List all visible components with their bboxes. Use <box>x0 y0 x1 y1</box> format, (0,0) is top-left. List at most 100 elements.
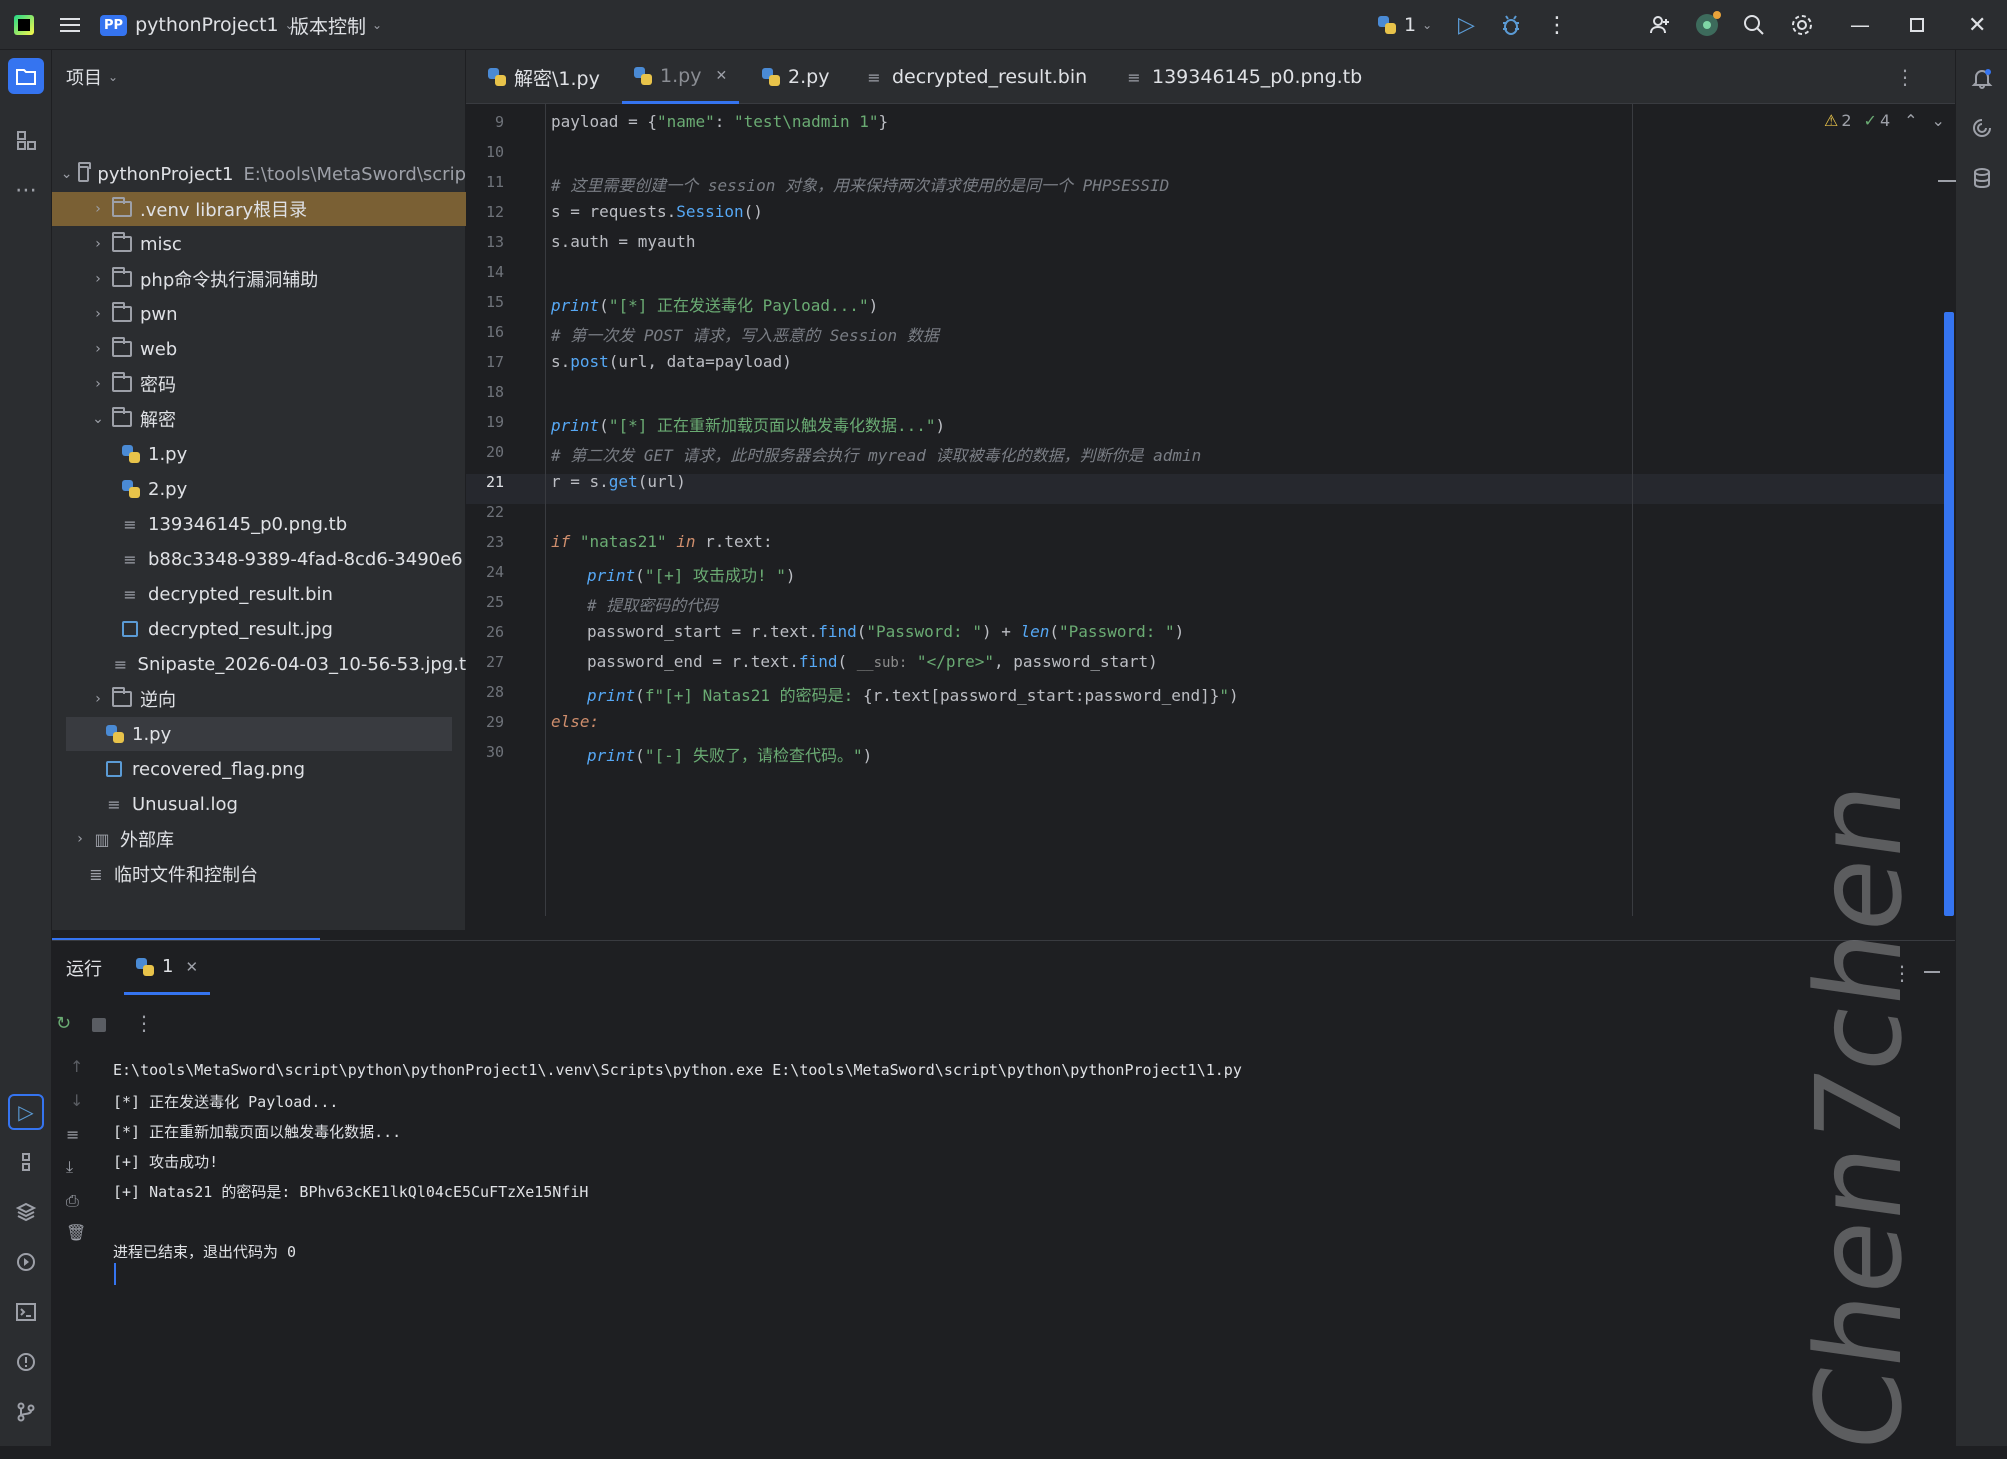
tree-item[interactable]: 1.py <box>52 437 466 471</box>
chevron-right-icon[interactable]: › <box>90 306 106 322</box>
tree-item[interactable]: decrypted_result.jpg <box>52 612 466 646</box>
close-tab-icon[interactable]: ✕ <box>185 958 198 976</box>
chevron-right-icon[interactable]: › <box>90 691 106 707</box>
vcs-menu[interactable]: 版本控制 ⌄ <box>290 0 382 50</box>
minimize-panel-icon[interactable] <box>1938 180 1956 182</box>
tree-item[interactable]: › 逆向 <box>52 682 466 716</box>
text-file-icon: ≡ <box>107 794 121 814</box>
tree-item-label: Snipaste_2026-04-03_10-56-53.jpg.t <box>137 653 466 675</box>
tree-item[interactable]: › .venv library根目录 <box>52 192 466 226</box>
notifications-bell-icon[interactable] <box>1964 60 2000 96</box>
layers-icon[interactable] <box>8 1194 44 1230</box>
editor-tab[interactable]: 2.py <box>750 50 841 104</box>
tree-item[interactable]: ≡ Unusual.log <box>52 787 466 821</box>
chevron-down-icon[interactable]: ⌄ <box>90 411 106 427</box>
database-icon[interactable] <box>1964 160 2000 196</box>
chevron-down-icon[interactable]: ⌄ <box>1932 111 1945 130</box>
tree-item[interactable]: ⌄ 解密 <box>52 402 466 436</box>
run-panel: 运行 1 ✕ ⋮ ↻ ⋮ ↑ ↓ ≡ ⤓ ⎙ 🗑 E:\tools\MetaSw… <box>52 940 1955 1446</box>
ai-assistant-icon[interactable] <box>1696 0 1721 50</box>
tree-item-label: 逆向 <box>140 690 176 711</box>
tree-item[interactable]: › 密码 <box>52 367 466 401</box>
ai-swirl-icon[interactable] <box>1964 110 2000 146</box>
tree-item[interactable]: › misc <box>52 227 466 261</box>
maximize-icon[interactable] <box>1910 0 1924 50</box>
line-number: 16 <box>485 323 504 341</box>
problems-icon[interactable] <box>8 1344 44 1380</box>
collab-icon[interactable] <box>1648 0 1672 50</box>
tree-item[interactable]: recovered_flag.png <box>52 752 466 786</box>
close-window-icon[interactable]: ✕ <box>1968 0 1986 50</box>
minimize-icon[interactable]: — <box>1850 0 1870 50</box>
git-branch-icon[interactable] <box>8 1394 44 1430</box>
tab-more-icon[interactable]: ⋮ <box>1895 50 1915 104</box>
tree-item-label: .venv library根目录 <box>140 200 308 221</box>
tree-item-label: Unusual.log <box>132 793 238 815</box>
line-number: 25 <box>485 593 504 611</box>
services-icon[interactable] <box>8 1244 44 1280</box>
more-actions-icon[interactable]: ⋮ <box>1546 0 1568 50</box>
code-line-30: print("[-] 失败了，请检查代码。") <box>587 746 873 765</box>
tree-item[interactable]: ⌄ pythonProject1 E:\tools\MetaSword\scrip <box>52 157 466 191</box>
tree-item[interactable]: › ▥ 外部库 <box>52 822 466 856</box>
settings-gear-icon[interactable] <box>1790 0 1814 50</box>
text-file-icon: ≡ <box>123 584 137 604</box>
run-options-icon[interactable]: ⋮ <box>134 1011 154 1035</box>
project-selector[interactable]: PP pythonProject1 ⌄ <box>100 0 295 50</box>
chevron-down-icon[interactable]: ⌄ <box>61 166 73 182</box>
tree-item[interactable]: 2.py <box>52 472 466 506</box>
code-line-19: print("[*] 正在重新加载页面以触发毒化数据...") <box>551 416 946 435</box>
editor-tab[interactable]: 1.py ✕ <box>622 50 740 104</box>
trash-icon[interactable]: 🗑 <box>66 1223 86 1242</box>
inspection-widget[interactable]: ⚠ 2 ✓ 4 ⌃ ⌄ <box>1824 108 1945 132</box>
code-line-12: s = requests.Session() <box>551 202 763 221</box>
chevron-right-icon[interactable]: › <box>72 831 88 847</box>
soft-wrap-icon[interactable]: ≡ <box>66 1125 79 1144</box>
tree-item[interactable]: › php命令执行漏洞辅助 <box>52 262 466 296</box>
python-icon <box>136 957 154 976</box>
tree-item[interactable]: ≡ 139346145_p0.png.tb <box>52 507 466 541</box>
tree-item[interactable]: › web <box>52 332 466 366</box>
more-tools-icon[interactable]: ⋯ <box>8 172 44 208</box>
run-button[interactable]: ▷ <box>1458 0 1475 50</box>
rerun-icon[interactable]: ↻ <box>56 1013 71 1034</box>
scroll-up-icon[interactable]: ↑ <box>70 1057 83 1076</box>
run-config-selector[interactable]: 1 ⌄ <box>1378 0 1432 50</box>
stop-icon[interactable] <box>92 1018 106 1032</box>
python-console-icon[interactable] <box>8 1144 44 1180</box>
tree-item[interactable]: › pwn <box>52 297 466 331</box>
chevron-right-icon[interactable]: › <box>90 341 106 357</box>
code-editor[interactable] <box>466 104 1955 920</box>
editor-tab[interactable]: 解密\1.py <box>476 50 612 104</box>
chevron-right-icon[interactable]: › <box>90 201 106 217</box>
chevron-up-icon[interactable]: ⌃ <box>1904 111 1917 130</box>
terminal-icon[interactable] <box>8 1294 44 1330</box>
editor-tab[interactable]: ≡ decrypted_result.bin <box>854 50 1099 104</box>
close-tab-icon[interactable]: ✕ <box>715 68 727 84</box>
scroll-down-icon[interactable]: ↓ <box>70 1091 83 1110</box>
structure-icon[interactable] <box>8 122 44 158</box>
main-menu-icon[interactable] <box>60 0 80 50</box>
debug-button[interactable] <box>1500 0 1522 50</box>
editor-scrollbar[interactable] <box>1944 312 1954 916</box>
run-tab[interactable]: 1 ✕ <box>124 941 211 995</box>
tree-item[interactable]: ≡ Snipaste_2026-04-03_10-56-53.jpg.t <box>52 647 466 681</box>
tree-item[interactable]: 1.py <box>66 717 452 751</box>
run-tool-icon[interactable]: ▷ <box>8 1094 44 1130</box>
line-number: 28 <box>485 683 504 701</box>
scroll-to-end-icon[interactable]: ⤓ <box>66 1157 73 1177</box>
text-file-icon: ≡ <box>113 654 128 674</box>
tree-item[interactable]: ≡ decrypted_result.bin <box>52 577 466 611</box>
print-icon[interactable]: ⎙ <box>66 1191 79 1211</box>
editor-tab-label: 2.py <box>788 66 830 88</box>
tree-item[interactable]: ≣ 临时文件和控制台 <box>52 857 466 891</box>
chevron-right-icon[interactable]: › <box>90 376 106 392</box>
chevron-right-icon[interactable]: › <box>90 236 106 252</box>
chevron-right-icon[interactable]: › <box>90 271 106 287</box>
tree-item[interactable]: ≡ b88c3348-9389-4fad-8cd6-3490e6 <box>52 542 466 576</box>
project-panel: 项目 ⌄ ⌄ pythonProject1 E:\tools\MetaSword\s… <box>52 50 466 948</box>
editor-tab[interactable]: ≡ 139346145_p0.png.tb <box>1114 50 1374 104</box>
search-icon[interactable] <box>1742 0 1766 50</box>
project-tool-icon[interactable] <box>8 58 44 94</box>
app-logo-icon[interactable] <box>14 0 34 50</box>
